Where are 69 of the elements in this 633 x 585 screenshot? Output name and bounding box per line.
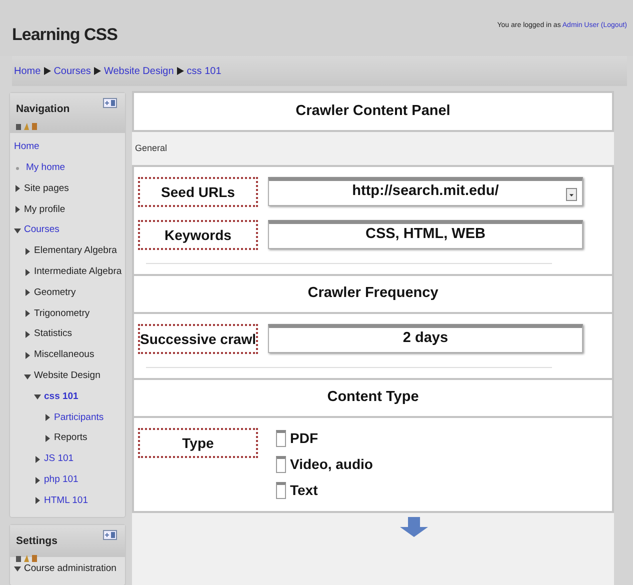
separator-icon (44, 67, 51, 75)
fieldset-legend: General (135, 142, 168, 156)
url-select[interactable]: http://search.mit.edu/ (268, 177, 583, 206)
nav-item[interactable]: HTML 101 (44, 494, 88, 508)
breadcrumb-link[interactable]: Website Design (104, 64, 174, 78)
breadcrumb-link[interactable]: css 101 (186, 64, 222, 78)
separator-icon (94, 67, 101, 75)
expanded-arrow-icon[interactable] (14, 565, 21, 572)
collapsed-arrow-icon[interactable] (24, 310, 31, 318)
expanded-arrow-icon[interactable] (24, 372, 31, 380)
bullet-icon (14, 164, 21, 172)
field-label: Seed URLs (138, 177, 258, 207)
panel-title: Crawler Content Panel (132, 91, 614, 132)
nav-item[interactable]: Intermediate Algebra (34, 265, 122, 280)
dock-icon[interactable] (103, 530, 117, 540)
nav-item[interactable]: Miscellaneous (34, 348, 94, 362)
field-label: Successive crawl (138, 324, 258, 354)
collapsed-arrow-icon[interactable] (14, 185, 21, 192)
nav-item[interactable]: Participants (54, 410, 104, 425)
nav-item[interactable]: Statistics (34, 327, 72, 342)
nav-item[interactable]: Site pages (24, 182, 69, 196)
nav-item[interactable]: Trigonometry (34, 306, 90, 321)
site-title: Learning CSS (12, 24, 118, 46)
checkbox[interactable] (276, 430, 286, 447)
down-arrow-icon (400, 517, 428, 537)
collapsed-arrow-icon[interactable] (24, 352, 31, 359)
block-tools-icon[interactable] (16, 554, 38, 564)
checkbox[interactable] (276, 456, 286, 473)
collapsed-arrow-icon[interactable] (34, 456, 41, 463)
block-title: Navigation (16, 102, 70, 117)
collapsed-arrow-icon[interactable] (44, 435, 51, 442)
checkbox[interactable] (276, 482, 286, 499)
checkbox-label: Video, audio (290, 455, 373, 474)
section-title: Content Type (134, 378, 612, 418)
nav-item[interactable]: Course administration (24, 562, 116, 576)
nav-item[interactable]: Website Design (34, 369, 100, 384)
collapsed-arrow-icon[interactable] (34, 497, 41, 504)
field-label: Type (138, 428, 258, 458)
checkbox-label: PDF (290, 429, 318, 448)
collapsed-arrow-icon[interactable] (44, 414, 51, 422)
dock-icon[interactable] (103, 98, 117, 108)
nav-item[interactable]: Geometry (34, 286, 76, 300)
nav-item[interactable]: Elementary Algebra (34, 244, 117, 258)
collapsed-arrow-icon[interactable] (24, 268, 31, 276)
input-field[interactable]: 2 days (268, 324, 583, 353)
collapsed-arrow-icon[interactable] (24, 248, 31, 255)
expanded-arrow-icon[interactable] (14, 227, 21, 234)
nav-item[interactable]: My home (26, 161, 66, 176)
nav-item[interactable]: My profile (24, 202, 66, 217)
collapsed-arrow-icon[interactable] (24, 331, 31, 338)
field-label: Keywords (138, 220, 258, 250)
nav-item[interactable]: Home (14, 140, 40, 155)
separator-icon (176, 67, 184, 75)
block-tools-icon[interactable] (16, 122, 38, 131)
nav-item[interactable]: css 101 (44, 390, 78, 404)
collapsed-arrow-icon[interactable] (24, 289, 31, 296)
collapsed-arrow-icon[interactable] (34, 476, 41, 484)
breadcrumb-link[interactable]: Courses (54, 64, 91, 78)
checkbox-label: Text (290, 481, 318, 500)
nav-item[interactable]: Reports (54, 431, 88, 446)
section-title: Crawler Frequency (134, 274, 612, 314)
block-title: Settings (16, 534, 58, 550)
nav-item[interactable]: php 101 (44, 473, 78, 488)
nav-item[interactable]: JS 101 (44, 452, 74, 466)
expanded-arrow-icon[interactable] (34, 393, 41, 400)
nav-item[interactable]: Courses (24, 223, 60, 238)
input-field[interactable]: CSS, HTML, WEB (268, 220, 583, 249)
breadcrumb-link[interactable]: Home (14, 64, 41, 78)
collapsed-arrow-icon[interactable] (14, 206, 21, 214)
